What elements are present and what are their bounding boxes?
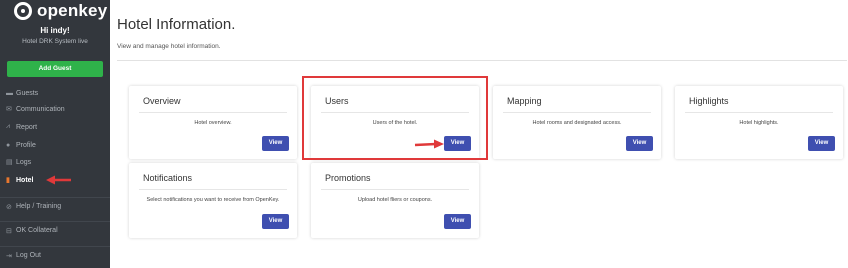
card-title: Overview xyxy=(143,96,181,106)
sidebar-item-label: Hotel xyxy=(16,176,34,184)
card-divider xyxy=(685,112,833,113)
card-description: Upload hotel fliers or coupons. xyxy=(357,197,433,203)
sidebar-item-communication[interactable]: ✉ Communication xyxy=(0,102,110,116)
add-guest-button[interactable]: Add Guest xyxy=(7,61,103,77)
card-description: Hotel rooms and designated access. xyxy=(532,120,622,126)
card-divider xyxy=(139,112,287,113)
sidebar-item-label: Log Out xyxy=(16,252,41,259)
sidebar-item-help-training[interactable]: ⊘ Help / Training xyxy=(0,197,110,215)
user-greeting: Hi indy! xyxy=(40,26,70,35)
highlights-card: Highlights Hotel highlights. View xyxy=(675,86,843,159)
sidebar-item-label: Guests xyxy=(16,89,39,97)
card-description: Hotel overview. xyxy=(194,120,232,126)
sidebar-item-log-out[interactable]: ⇥ Log Out xyxy=(0,246,110,264)
bed-icon: ▬ xyxy=(6,89,13,97)
help-icon: ⊘ xyxy=(6,203,12,211)
envelope-icon: ✉ xyxy=(6,106,12,113)
page-subtitle: View and manage hotel information. xyxy=(117,43,221,50)
promotions-view-button[interactable]: View xyxy=(444,214,471,229)
logo-text: openkey xyxy=(37,1,108,20)
overview-view-button[interactable]: View xyxy=(262,136,289,151)
card-divider xyxy=(503,112,651,113)
card-title: Promotions xyxy=(325,173,371,183)
highlight-box xyxy=(302,76,488,160)
card-divider xyxy=(321,189,469,190)
logout-icon: ⇥ xyxy=(6,252,12,260)
cart-icon: ⊟ xyxy=(6,227,12,235)
header-divider xyxy=(117,60,847,61)
sidebar: openkey Hi indy! Hotel DRK System live A… xyxy=(0,0,110,268)
sidebar-item-guests[interactable]: ▬ Guests xyxy=(0,86,110,100)
overview-card: Overview Hotel overview. View xyxy=(129,86,297,159)
card-description: Hotel highlights. xyxy=(739,120,779,126)
card-divider xyxy=(139,189,287,190)
sidebar-item-logs[interactable]: ▤ Logs xyxy=(0,155,110,169)
system-name: Hotel DRK System live xyxy=(22,38,88,45)
list-icon: ▤ xyxy=(6,159,13,166)
sidebar-item-report[interactable]: ⩘ Report xyxy=(0,120,110,134)
mapping-card: Mapping Hotel rooms and designated acces… xyxy=(493,86,661,159)
sidebar-item-label: Help / Training xyxy=(16,203,62,210)
notifications-view-button[interactable]: View xyxy=(262,214,289,229)
mapping-view-button[interactable]: View xyxy=(626,136,653,151)
openkey-logo-icon xyxy=(14,2,32,20)
page-title: Hotel Information. xyxy=(117,16,236,33)
card-description: Select notifications you want to receive… xyxy=(146,197,280,203)
sidebar-item-profile[interactable]: ● Profile xyxy=(0,138,110,152)
openkey-logo[interactable]: openkey xyxy=(14,0,107,22)
sidebar-item-ok-collateral[interactable]: ⊟ OK Collateral xyxy=(0,221,110,239)
highlights-view-button[interactable]: View xyxy=(808,136,835,151)
annotation-arrow-icon xyxy=(414,139,444,149)
sidebar-item-label: Logs xyxy=(16,158,32,166)
sidebar-item-label: Profile xyxy=(16,141,36,149)
sidebar-item-label: OK Collateral xyxy=(16,227,58,234)
notifications-card: Notifications Select notifications you w… xyxy=(129,163,297,238)
building-icon: ▮ xyxy=(6,177,10,184)
annotation-arrow-icon xyxy=(46,175,71,185)
sidebar-item-label: Report xyxy=(16,123,38,131)
user-icon: ● xyxy=(6,141,11,149)
sidebar-item-label: Communication xyxy=(16,105,65,113)
card-title: Mapping xyxy=(507,96,542,106)
card-title: Notifications xyxy=(143,173,193,183)
card-title: Highlights xyxy=(689,96,729,106)
promotions-card: Promotions Upload hotel fliers or coupon… xyxy=(311,163,479,238)
chart-icon: ⩘ xyxy=(6,123,10,130)
